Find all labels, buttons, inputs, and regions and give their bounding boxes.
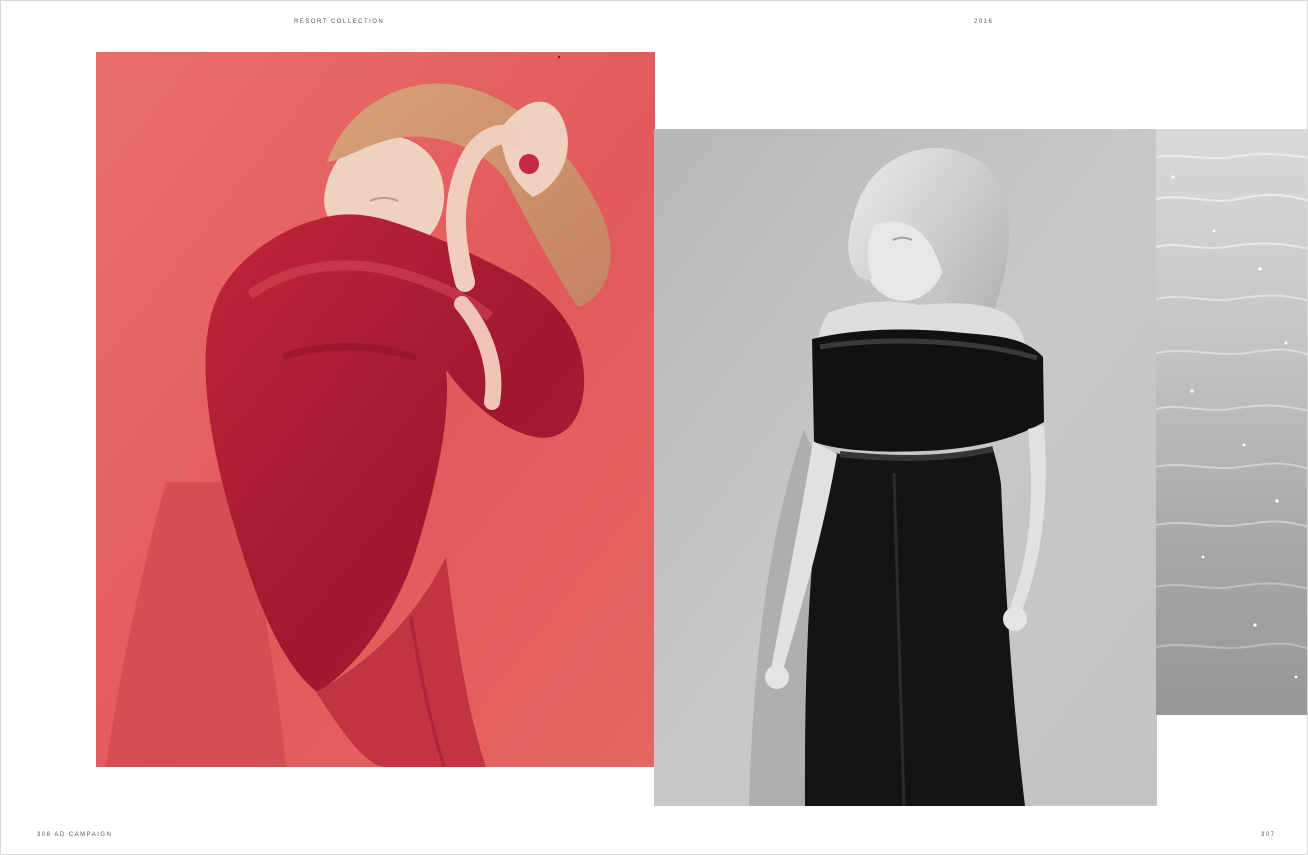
sea-photo-illustration (1156, 129, 1307, 715)
magazine-spread: RESORT COLLECTION 2016 306 AD CAMPAIGN 3… (0, 0, 1308, 855)
red-fashion-photo (96, 52, 655, 767)
collection-header: RESORT COLLECTION (294, 19, 385, 25)
left-page-folio: 306 AD CAMPAIGN (37, 832, 113, 838)
red-photo-illustration (96, 52, 655, 767)
year-header: 2016 (974, 19, 994, 25)
black-white-fashion-photo (654, 129, 1157, 806)
sea-texture-photo (1156, 129, 1307, 715)
right-page-number: 307 (1261, 832, 1276, 838)
monochrome-photo-illustration (654, 129, 1157, 806)
